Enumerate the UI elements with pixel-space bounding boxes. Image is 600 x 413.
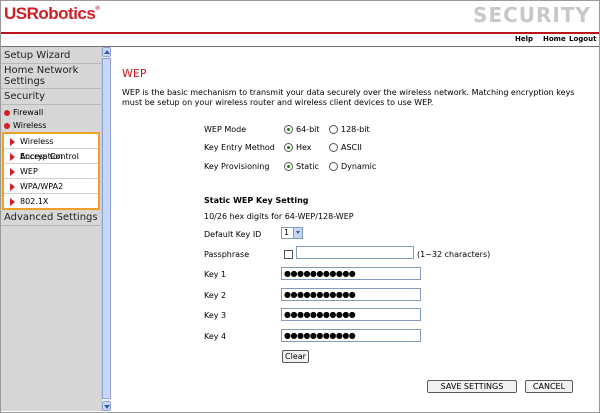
chevron-down-icon bbox=[293, 228, 302, 238]
sidebar-item-8021x[interactable]: 802.1X bbox=[4, 194, 98, 209]
key1-label: Key 1 bbox=[204, 270, 227, 279]
sidebar-item-label: Wireless bbox=[13, 121, 47, 130]
sidebar-item-label: WEP bbox=[20, 167, 38, 176]
key-entry-hex-radio[interactable] bbox=[284, 143, 293, 152]
key-prov-static-radio[interactable] bbox=[284, 162, 293, 171]
save-settings-button[interactable]: SAVE SETTINGS bbox=[427, 380, 517, 393]
red-triangle-icon bbox=[10, 183, 15, 191]
wep-mode-128-radio[interactable] bbox=[329, 125, 338, 134]
wep-mode-label: WEP Mode bbox=[204, 125, 247, 134]
page-title: WEP bbox=[122, 67, 147, 80]
passphrase-hint: (1~32 characters) bbox=[417, 250, 491, 259]
scroll-thumb[interactable] bbox=[102, 58, 111, 399]
top-navigation: Help Home Logout bbox=[1, 34, 599, 46]
passphrase-checkbox[interactable] bbox=[284, 250, 293, 259]
key-entry-hex-label: Hex bbox=[296, 143, 312, 152]
red-triangle-icon bbox=[10, 153, 15, 161]
red-triangle-icon bbox=[10, 138, 15, 146]
sidebar-item-wpa[interactable]: WPA/WPA2 bbox=[4, 179, 98, 194]
sidebar-item-access-control[interactable]: Access Control bbox=[4, 149, 98, 164]
static-wep-heading: Static WEP Key Setting bbox=[204, 196, 309, 205]
wep-mode-64-label: 64-bit bbox=[296, 125, 320, 134]
key1-input[interactable]: ●●●●●●●●●●● bbox=[281, 267, 421, 280]
sidebar-item-wireless-encryption[interactable]: Wireless Encryption bbox=[4, 134, 98, 161]
red-dot-icon bbox=[4, 110, 10, 116]
sidebar-item-label: Firewall bbox=[13, 108, 44, 117]
key2-input[interactable]: ●●●●●●●●●●● bbox=[281, 288, 421, 301]
hex-note: 10/26 hex digits for 64-WEP/128-WEP bbox=[204, 212, 354, 221]
key-prov-static-label: Static bbox=[296, 162, 319, 171]
scroll-down-button[interactable] bbox=[102, 401, 111, 411]
cancel-button[interactable]: CANCEL bbox=[525, 380, 573, 393]
passphrase-input[interactable] bbox=[296, 246, 414, 259]
key-entry-label: Key Entry Method bbox=[204, 143, 275, 152]
wep-mode-128-label: 128-bit bbox=[341, 125, 370, 134]
red-triangle-icon bbox=[10, 168, 15, 176]
logout-link[interactable]: Logout bbox=[569, 35, 596, 43]
passphrase-label: Passphrase bbox=[204, 250, 250, 259]
sidebar-item-label: 802.1X bbox=[20, 197, 49, 206]
key-entry-ascii-radio[interactable] bbox=[329, 143, 338, 152]
sidebar-item-setup-wizard[interactable]: Setup Wizard bbox=[1, 50, 101, 64]
main-panel: WEP WEP is the basic mechanism to transm… bbox=[111, 47, 599, 411]
red-triangle-icon bbox=[10, 198, 15, 206]
sidebar-item-firewall[interactable]: Firewall bbox=[1, 107, 101, 119]
key-prov-dynamic-label: Dynamic bbox=[341, 162, 377, 171]
key4-input[interactable]: ●●●●●●●●●●● bbox=[281, 329, 421, 342]
wep-mode-64-radio[interactable] bbox=[284, 125, 293, 134]
key4-label: Key 4 bbox=[204, 332, 227, 341]
key-entry-ascii-label: ASCII bbox=[341, 143, 362, 152]
key2-label: Key 2 bbox=[204, 291, 227, 300]
sidebar-item-security[interactable]: Security bbox=[1, 91, 101, 105]
home-link[interactable]: Home bbox=[543, 35, 566, 43]
scroll-up-button[interactable] bbox=[102, 47, 111, 57]
key3-input[interactable]: ●●●●●●●●●●● bbox=[281, 308, 421, 321]
sidebar-item-label: WPA/WPA2 bbox=[20, 182, 64, 191]
sidebar-item-home-network[interactable]: Home Network Settings bbox=[1, 65, 101, 89]
default-key-select[interactable]: 1 bbox=[281, 227, 303, 239]
chevron-up-icon bbox=[104, 50, 110, 54]
intro-text: WEP is the basic mechanism to transmit y… bbox=[122, 88, 575, 107]
vertical-scrollbar[interactable] bbox=[101, 47, 111, 411]
key3-label: Key 3 bbox=[204, 311, 227, 320]
key-prov-dynamic-radio[interactable] bbox=[329, 162, 338, 171]
section-title: SECURITY bbox=[473, 3, 591, 27]
wireless-submenu: Wireless Encryption Access Control WEP W… bbox=[2, 132, 100, 210]
default-key-label: Default Key ID bbox=[204, 230, 262, 239]
chevron-down-icon bbox=[104, 405, 110, 409]
sidebar-item-advanced[interactable]: Advanced Settings bbox=[1, 212, 101, 226]
help-link[interactable]: Help bbox=[515, 35, 533, 43]
brand-logo: USRobotics® bbox=[4, 4, 100, 23]
sidebar: Setup Wizard Home Network Settings Secur… bbox=[1, 47, 101, 411]
clear-button[interactable]: Clear bbox=[282, 350, 309, 363]
sidebar-item-label: Access Control bbox=[20, 152, 79, 161]
red-dot-icon bbox=[4, 123, 10, 129]
sidebar-item-wep[interactable]: WEP bbox=[4, 164, 98, 179]
default-key-value: 1 bbox=[284, 228, 290, 237]
key-provisioning-label: Key Provisioning bbox=[204, 162, 270, 171]
header: USRobotics® SECURITY bbox=[1, 1, 599, 34]
app-window: USRobotics® SECURITY Help Home Logout Se… bbox=[0, 0, 600, 413]
sidebar-item-wireless[interactable]: Wireless bbox=[1, 120, 101, 132]
